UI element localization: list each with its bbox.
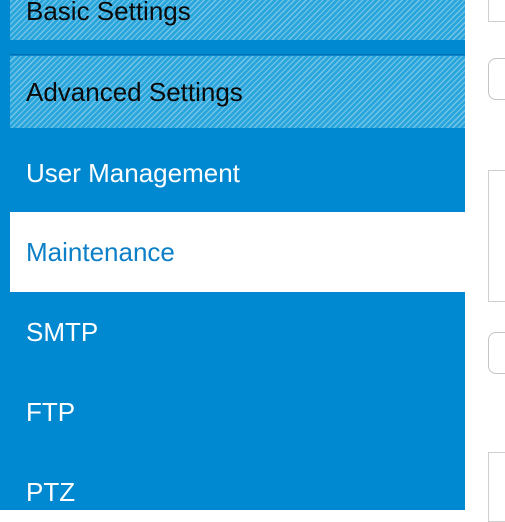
sidebar-item-user-management[interactable]: User Management bbox=[10, 134, 465, 212]
sidebar-item-label: Maintenance bbox=[26, 236, 175, 267]
sidebar-item-maintenance[interactable]: Maintenance bbox=[10, 212, 465, 292]
settings-sidebar: Basic Settings Advanced Settings User Ma… bbox=[0, 0, 465, 510]
text-area[interactable] bbox=[488, 452, 505, 522]
sidebar-item-label: SMTP bbox=[26, 316, 99, 347]
form-field[interactable] bbox=[488, 0, 505, 22]
sidebar-item-label: FTP bbox=[26, 396, 76, 427]
content-panel bbox=[465, 0, 505, 522]
text-area[interactable] bbox=[488, 170, 505, 302]
sidebar-item-label: Basic Settings bbox=[26, 0, 191, 26]
divider bbox=[10, 54, 465, 55]
sidebar-item-label: User Management bbox=[26, 157, 240, 188]
sidebar-item-advanced-settings[interactable]: Advanced Settings bbox=[10, 56, 465, 128]
sidebar-item-ftp[interactable]: FTP bbox=[10, 372, 465, 452]
sidebar-edge bbox=[0, 0, 10, 510]
select-field[interactable] bbox=[488, 332, 505, 374]
sidebar-item-label: Advanced Settings bbox=[26, 76, 243, 107]
sidebar-item-ptz[interactable]: PTZ bbox=[10, 452, 465, 510]
select-field[interactable] bbox=[488, 58, 505, 100]
sidebar-item-basic-settings[interactable]: Basic Settings bbox=[10, 0, 465, 40]
sidebar-item-label: PTZ bbox=[26, 476, 76, 507]
sidebar-item-smtp[interactable]: SMTP bbox=[10, 292, 465, 372]
